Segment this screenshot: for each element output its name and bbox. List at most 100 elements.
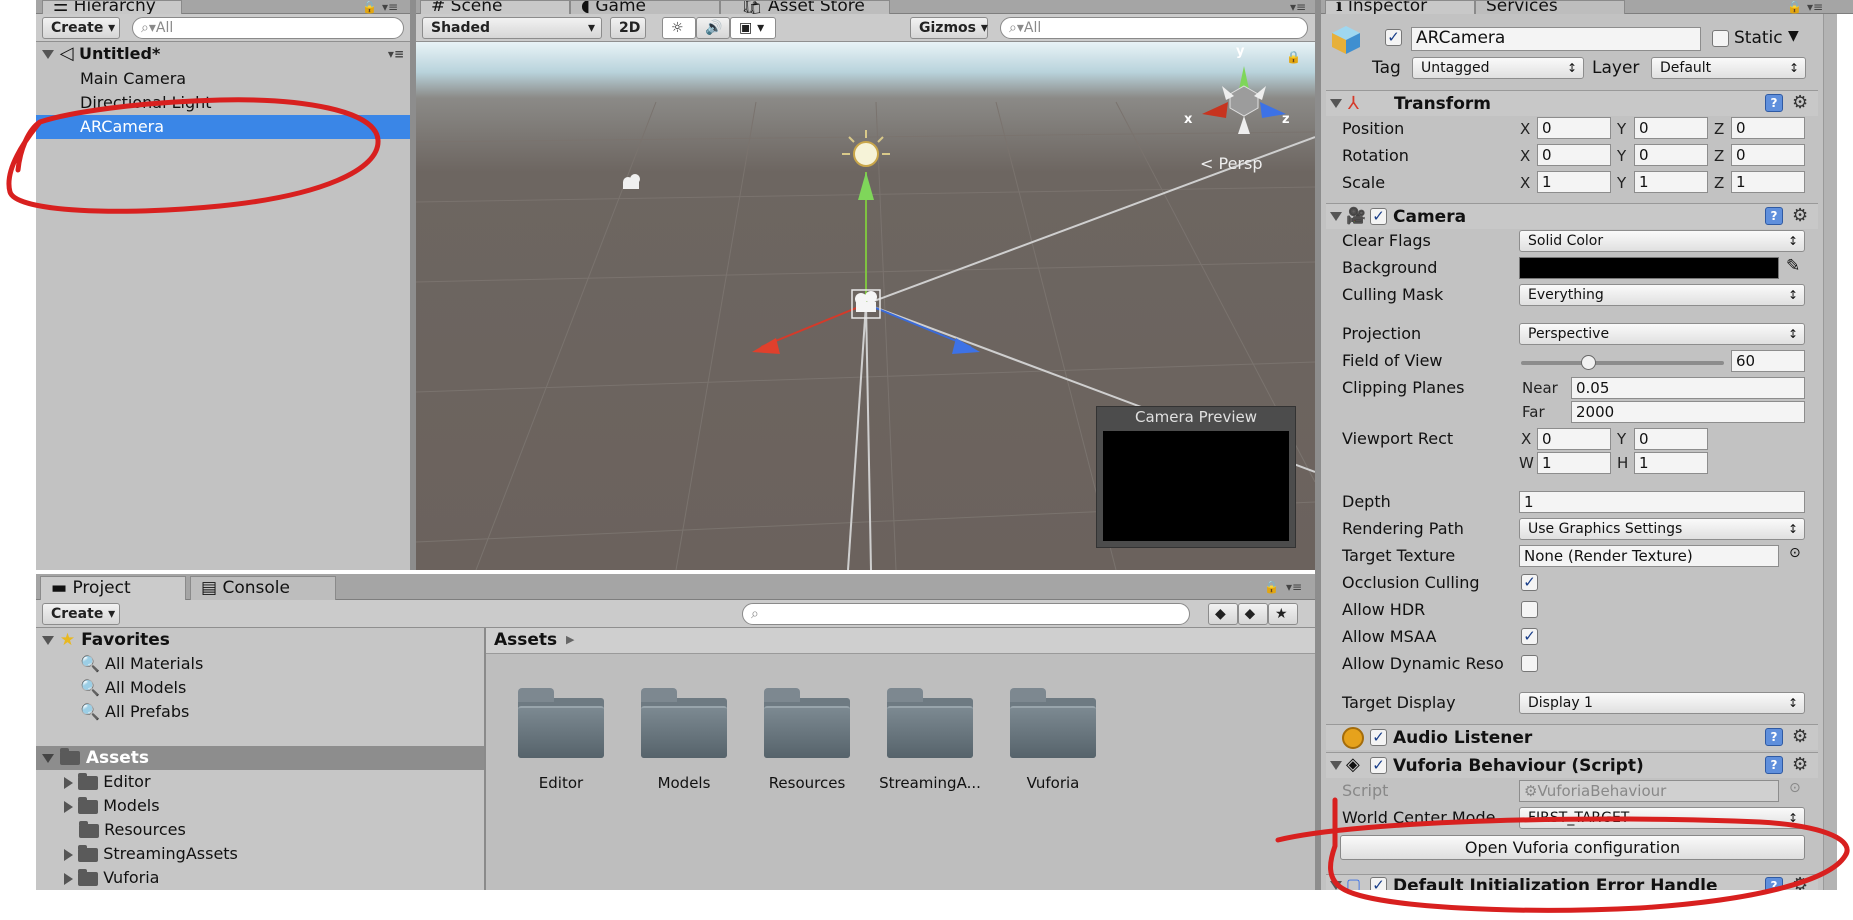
- vuforia-enabled-checkbox[interactable]: ✓: [1370, 757, 1387, 774]
- allow-msaa-checkbox[interactable]: ✓: [1521, 628, 1538, 645]
- persp-label[interactable]: < Persp: [1200, 154, 1263, 173]
- favorite-item[interactable]: 🔍 All Models: [36, 676, 484, 700]
- target-texture-field[interactable]: None (Render Texture): [1519, 545, 1779, 567]
- orientation-gizmo[interactable]: [1188, 46, 1298, 156]
- asset-tree-item[interactable]: Vuforia: [36, 866, 484, 890]
- filter-by-type-button[interactable]: ◆: [1208, 603, 1238, 625]
- breadcrumb-assets[interactable]: Assets: [494, 630, 557, 650]
- vuforia-behaviour-header[interactable]: ◈ ✓ Vuforia Behaviour (Script) ? ⚙: [1326, 752, 1818, 778]
- world-center-mode-dropdown[interactable]: FIRST_TARGET: [1519, 807, 1805, 829]
- help-icon[interactable]: ?: [1765, 756, 1783, 774]
- transform-header[interactable]: ⅄ Transform ? ⚙: [1326, 90, 1818, 116]
- depth-field[interactable]: 1: [1519, 491, 1805, 513]
- tag-dropdown[interactable]: Untagged: [1412, 57, 1584, 79]
- eyedropper-icon[interactable]: ✎: [1786, 256, 1800, 276]
- tab-console[interactable]: ▤ Console: [190, 576, 336, 600]
- viewport-x-field[interactable]: 0: [1537, 428, 1611, 450]
- asset-folder-models[interactable]: Models: [629, 688, 739, 792]
- background-color-swatch[interactable]: [1519, 257, 1779, 279]
- asset-tree-item[interactable]: StreamingAssets: [36, 842, 484, 866]
- lock-icon[interactable]: 🔒: [1787, 0, 1802, 14]
- expand-arrow-icon[interactable]: [42, 635, 54, 645]
- favorite-button[interactable]: ★: [1268, 603, 1298, 625]
- favorites-row[interactable]: ★ Favorites: [36, 628, 484, 652]
- rotation-x-field[interactable]: 0: [1537, 144, 1611, 166]
- lock-icon[interactable]: 🔒: [1264, 580, 1279, 594]
- expand-arrow-icon[interactable]: [64, 872, 73, 885]
- position-y-field[interactable]: 0: [1634, 117, 1708, 139]
- scene-root-row[interactable]: ◁ Untitled* ▾≡: [36, 42, 410, 66]
- near-clip-field[interactable]: 0.05: [1571, 377, 1805, 399]
- clear-flags-dropdown[interactable]: Solid Color: [1519, 230, 1805, 252]
- asset-folder-vuforia[interactable]: Vuforia: [998, 688, 1108, 792]
- tab-asset-store[interactable]: 🛍 Asset Store: [720, 0, 890, 14]
- assets-root-row[interactable]: Assets: [36, 746, 484, 770]
- hierarchy-item-main-camera[interactable]: Main Camera: [36, 67, 410, 91]
- project-search-input[interactable]: ⌕: [742, 603, 1190, 625]
- help-icon[interactable]: ?: [1765, 94, 1783, 112]
- scene-search-input[interactable]: ⌕▾All: [1000, 17, 1308, 39]
- audio-toggle[interactable]: 🔊: [696, 17, 730, 39]
- active-checkbox[interactable]: ✓: [1385, 29, 1402, 46]
- gear-icon[interactable]: ⚙: [1792, 756, 1808, 774]
- panel-menu-icon[interactable]: ▾≡: [1807, 0, 1823, 14]
- help-icon[interactable]: ?: [1765, 877, 1783, 890]
- target-display-dropdown[interactable]: Display 1: [1519, 692, 1805, 714]
- tab-project[interactable]: ▬ Project: [40, 576, 186, 600]
- expand-arrow-icon[interactable]: [1330, 881, 1342, 890]
- object-name-field[interactable]: ARCamera: [1411, 27, 1701, 51]
- scale-y-field[interactable]: 1: [1634, 171, 1708, 193]
- rendering-path-dropdown[interactable]: Use Graphics Settings: [1519, 518, 1805, 540]
- gear-icon[interactable]: ⚙: [1792, 728, 1808, 746]
- viewport-y-field[interactable]: 0: [1634, 428, 1708, 450]
- panel-menu-icon[interactable]: ▾≡: [1286, 580, 1302, 594]
- scene-viewport[interactable]: y x z 🔒 < Persp Camera Preview: [416, 42, 1315, 570]
- expand-arrow-icon[interactable]: [1330, 761, 1342, 770]
- position-x-field[interactable]: 0: [1537, 117, 1611, 139]
- rotation-y-field[interactable]: 0: [1634, 144, 1708, 166]
- expand-arrow-icon[interactable]: [64, 848, 73, 861]
- position-z-field[interactable]: 0: [1731, 117, 1805, 139]
- project-create-button[interactable]: Create ▾: [42, 603, 120, 625]
- mode-2d-button[interactable]: 2D: [610, 17, 646, 39]
- object-picker-icon[interactable]: ⊙: [1789, 545, 1801, 561]
- filter-by-label-button[interactable]: ⬥: [1238, 603, 1268, 625]
- asset-folder-editor[interactable]: Editor: [506, 688, 616, 792]
- asset-tree-item[interactable]: Resources: [36, 818, 484, 842]
- panel-menu-icon[interactable]: ▾≡: [1290, 0, 1306, 14]
- viewport-w-field[interactable]: 1: [1537, 452, 1611, 474]
- shading-mode-dropdown[interactable]: Shaded ▾: [422, 17, 602, 39]
- default-initialization-error-handler-header[interactable]: ▢ ✓ Default Initialization Error Handle …: [1326, 874, 1818, 890]
- hierarchy-item-directional-light[interactable]: Directional Light: [36, 91, 410, 115]
- culling-mask-dropdown[interactable]: Everything: [1519, 284, 1805, 306]
- camera-header[interactable]: 🎥 ✓ Camera ? ⚙: [1326, 203, 1818, 229]
- far-clip-field[interactable]: 2000: [1571, 401, 1805, 423]
- projection-dropdown[interactable]: Perspective: [1519, 323, 1805, 345]
- lock-icon[interactable]: 🔒: [362, 0, 377, 14]
- tab-inspector[interactable]: ℹ Inspector: [1325, 0, 1475, 14]
- fov-field[interactable]: 60: [1731, 350, 1805, 372]
- scale-x-field[interactable]: 1: [1537, 171, 1611, 193]
- inspector-scrollbar[interactable]: [1823, 14, 1837, 890]
- fov-slider-track[interactable]: [1521, 361, 1724, 365]
- camera-enabled-checkbox[interactable]: ✓: [1370, 208, 1387, 225]
- audio-listener-header[interactable]: ✓ Audio Listener ? ⚙: [1326, 724, 1818, 750]
- expand-arrow-icon[interactable]: [42, 50, 54, 59]
- hierarchy-item-arcamera[interactable]: ARCamera: [36, 115, 410, 139]
- asset-tree-item[interactable]: Models: [36, 794, 484, 818]
- occlusion-culling-checkbox[interactable]: ✓: [1521, 574, 1538, 591]
- allow-hdr-checkbox[interactable]: [1521, 601, 1538, 618]
- expand-arrow-icon[interactable]: [1330, 212, 1342, 221]
- static-checkbox[interactable]: [1712, 30, 1729, 47]
- effects-toggle[interactable]: ▣ ▾: [730, 17, 776, 39]
- error-handler-enabled-checkbox[interactable]: ✓: [1370, 877, 1387, 890]
- viewport-h-field[interactable]: 1: [1634, 452, 1708, 474]
- gear-icon[interactable]: ⚙: [1792, 876, 1808, 891]
- fov-slider-thumb[interactable]: [1581, 355, 1596, 370]
- expand-arrow-icon[interactable]: [64, 776, 73, 789]
- scene-menu-icon[interactable]: ▾≡: [388, 42, 404, 66]
- rotation-z-field[interactable]: 0: [1731, 144, 1805, 166]
- expand-arrow-icon[interactable]: [42, 753, 54, 763]
- tab-hierarchy[interactable]: ☰ Hierarchy: [42, 0, 182, 14]
- favorite-item[interactable]: 🔍 All Materials: [36, 652, 484, 676]
